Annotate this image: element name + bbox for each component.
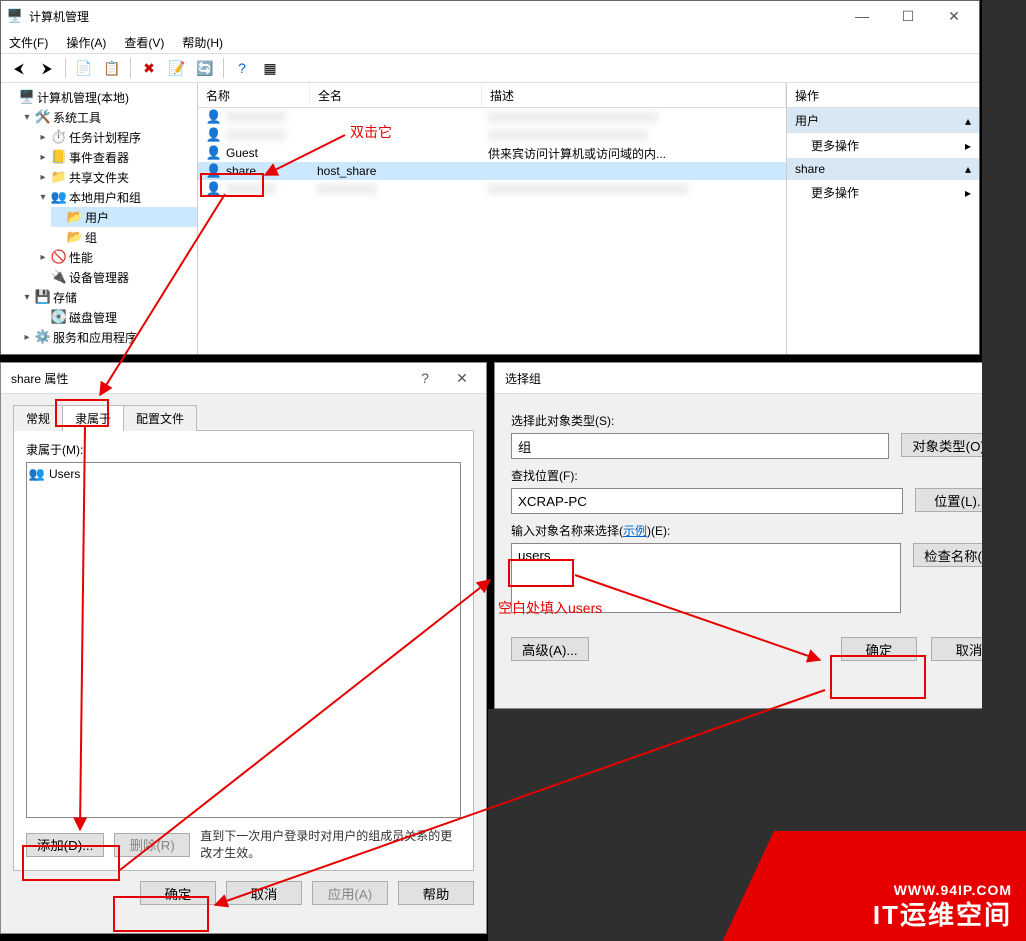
list-pane: 名称 全名 描述 👤 👤 👤Guest 供来宾访问计算机或访问域的内... bbox=[198, 83, 787, 354]
help-icon[interactable]: ? bbox=[230, 56, 254, 80]
properties-icon[interactable]: 📝 bbox=[165, 56, 189, 80]
obj-type-field bbox=[511, 433, 889, 459]
tree-device-manager[interactable]: 🔌设备管理器 bbox=[35, 267, 197, 287]
memberof-note: 直到下一次用户登录时对用户的组成员关系的更改才生效。 bbox=[200, 828, 461, 862]
selgrp-titlebar: 选择组 ✕ bbox=[495, 363, 1023, 394]
names-label: 输入对象名称来选择(示例)(E): bbox=[511, 522, 1007, 539]
share-name: share bbox=[226, 164, 256, 178]
tree-storage[interactable]: ▾💾存储 bbox=[19, 287, 197, 307]
props-close-button[interactable]: ✕ bbox=[442, 363, 482, 393]
guest-name: Guest bbox=[226, 146, 258, 160]
memberof-label: 隶属于(M): bbox=[26, 441, 461, 458]
col-full[interactable]: 全名 bbox=[310, 83, 482, 107]
props-ok-button[interactable]: 确定 bbox=[140, 881, 216, 905]
example-link[interactable]: 示例 bbox=[623, 524, 647, 538]
add-button[interactable]: 添加(D)... bbox=[26, 833, 104, 857]
list-row-guest[interactable]: 👤Guest 供来宾访问计算机或访问域的内... bbox=[198, 144, 786, 162]
group-icon: 👥 bbox=[29, 466, 45, 482]
back-button[interactable]: ⮜ bbox=[7, 56, 31, 80]
titlebar: 🖥️ 计算机管理 — ☐ ✕ bbox=[1, 1, 979, 31]
collapse-up-icon: ▴ bbox=[965, 162, 971, 176]
tree-users[interactable]: 📂用户 bbox=[51, 207, 197, 227]
chevron-right-icon: ▸ bbox=[965, 186, 971, 200]
computer-management-window: 🖥️ 计算机管理 — ☐ ✕ 文件(F) 操作(A) 查看(V) 帮助(H) ⮜… bbox=[0, 0, 980, 355]
tree-local-users-groups[interactable]: ▾👥本地用户和组 bbox=[35, 187, 197, 207]
toolbar-icon-2[interactable]: 📋 bbox=[100, 56, 124, 80]
watermark: WWW.94IP.COM IT运维空间 bbox=[873, 881, 1012, 933]
chevron-right-icon: ▸ bbox=[965, 139, 971, 153]
tab-memberof[interactable]: 隶属于 bbox=[62, 405, 124, 431]
tree-root[interactable]: 🖥️ 计算机管理(本地) bbox=[3, 87, 197, 107]
toolbar-icon-1[interactable]: 📄 bbox=[72, 56, 96, 80]
props-apply-button[interactable]: 应用(A) bbox=[312, 881, 388, 905]
member-users[interactable]: 👥 Users bbox=[29, 465, 458, 483]
share-properties-dialog: share 属性 ? ✕ 常规 隶属于 配置文件 隶属于(M): 👥 Users… bbox=[0, 362, 487, 934]
collapse-up-icon: ▴ bbox=[965, 114, 971, 128]
memberof-list[interactable]: 👥 Users bbox=[26, 462, 461, 818]
action-group-users[interactable]: 用户 ▴ bbox=[787, 108, 979, 133]
toolbar-icon-3[interactable]: ▦ bbox=[258, 56, 282, 80]
list-row-blur3[interactable]: 👤 bbox=[198, 180, 786, 198]
names-input[interactable] bbox=[511, 543, 901, 613]
props-title: share 属性 bbox=[11, 370, 68, 387]
menubar: 文件(F) 操作(A) 查看(V) 帮助(H) bbox=[1, 31, 979, 54]
action-more-2[interactable]: 更多操作 ▸ bbox=[787, 180, 979, 205]
tree-performance[interactable]: ▸🚫性能 bbox=[35, 247, 197, 267]
advanced-button[interactable]: 高级(A)... bbox=[511, 637, 589, 661]
location-label: 查找位置(F): bbox=[511, 467, 1007, 484]
tab-row: 常规 隶属于 配置文件 bbox=[13, 404, 474, 431]
window-title: 计算机管理 bbox=[29, 8, 89, 25]
menu-action[interactable]: 操作(A) bbox=[66, 34, 106, 51]
action-group-share[interactable]: share ▴ bbox=[787, 158, 979, 180]
app-icon: 🖥️ bbox=[7, 8, 23, 24]
action-pane: 操作 用户 ▴ 更多操作 ▸ share ▴ 更多操作 ▸ bbox=[787, 83, 979, 354]
tree-event-viewer[interactable]: ▸📒事件查看器 bbox=[35, 147, 197, 167]
tree-pane: 🖥️ 计算机管理(本地) ▾🛠️ 系统工具 ▸⏱️任务计划程序 ▸📒事件查看器 bbox=[1, 83, 198, 354]
props-help-icon[interactable]: ? bbox=[408, 363, 442, 393]
minimize-button[interactable]: — bbox=[839, 1, 885, 31]
action-more-1[interactable]: 更多操作 ▸ bbox=[787, 133, 979, 158]
tab-general[interactable]: 常规 bbox=[13, 405, 63, 431]
tab-pane: 隶属于(M): 👥 Users 添加(D)... 删除(R) 直到下一次用户登录… bbox=[13, 431, 474, 871]
maximize-button[interactable]: ☐ bbox=[885, 1, 931, 31]
props-buttons: 确定 取消 应用(A) 帮助 bbox=[1, 871, 486, 915]
refresh-icon[interactable]: 🔄 bbox=[193, 56, 217, 80]
props-titlebar: share 属性 ? ✕ bbox=[1, 363, 486, 394]
tree-task-scheduler[interactable]: ▸⏱️任务计划程序 bbox=[35, 127, 197, 147]
select-group-dialog: 选择组 ✕ 选择此对象类型(S): 对象类型(O)... 查找位置(F): 位置… bbox=[494, 362, 1024, 709]
obj-type-label: 选择此对象类型(S): bbox=[511, 412, 1007, 429]
close-button[interactable]: ✕ bbox=[931, 1, 977, 31]
tree-groups[interactable]: 📂组 bbox=[51, 227, 197, 247]
list-header: 名称 全名 描述 bbox=[198, 83, 786, 108]
col-name[interactable]: 名称 bbox=[198, 83, 310, 107]
tree-services-apps[interactable]: ▸⚙️服务和应用程序 bbox=[19, 327, 197, 347]
menu-help[interactable]: 帮助(H) bbox=[182, 34, 223, 51]
toolbar: ⮜ ⮞ 📄 📋 ✖ 📝 🔄 ? ▦ bbox=[1, 54, 979, 83]
guest-desc: 供来宾访问计算机或访问域的内... bbox=[488, 145, 666, 162]
menu-view[interactable]: 查看(V) bbox=[124, 34, 164, 51]
delete-icon[interactable]: ✖ bbox=[137, 56, 161, 80]
location-field bbox=[511, 488, 903, 514]
menu-file[interactable]: 文件(F) bbox=[9, 34, 48, 51]
share-full: host_share bbox=[317, 164, 376, 178]
tab-profile[interactable]: 配置文件 bbox=[123, 405, 197, 431]
tree-disk-management[interactable]: 💽磁盘管理 bbox=[35, 307, 197, 327]
action-header: 操作 bbox=[787, 83, 979, 108]
forward-button[interactable]: ⮞ bbox=[35, 56, 59, 80]
list-row-blur2[interactable]: 👤 bbox=[198, 126, 786, 144]
selgrp-ok-button[interactable]: 确定 bbox=[841, 637, 917, 661]
tree-system-tools[interactable]: ▾🛠️ 系统工具 bbox=[19, 107, 197, 127]
list-row-blur1[interactable]: 👤 bbox=[198, 108, 786, 126]
list-row-share[interactable]: 👤share host_share bbox=[198, 162, 786, 180]
props-help-button[interactable]: 帮助 bbox=[398, 881, 474, 905]
col-desc[interactable]: 描述 bbox=[482, 83, 786, 107]
tree-shared-folders[interactable]: ▸📁共享文件夹 bbox=[35, 167, 197, 187]
remove-button[interactable]: 删除(R) bbox=[114, 833, 190, 857]
props-cancel-button[interactable]: 取消 bbox=[226, 881, 302, 905]
selgrp-title: 选择组 bbox=[505, 370, 541, 387]
